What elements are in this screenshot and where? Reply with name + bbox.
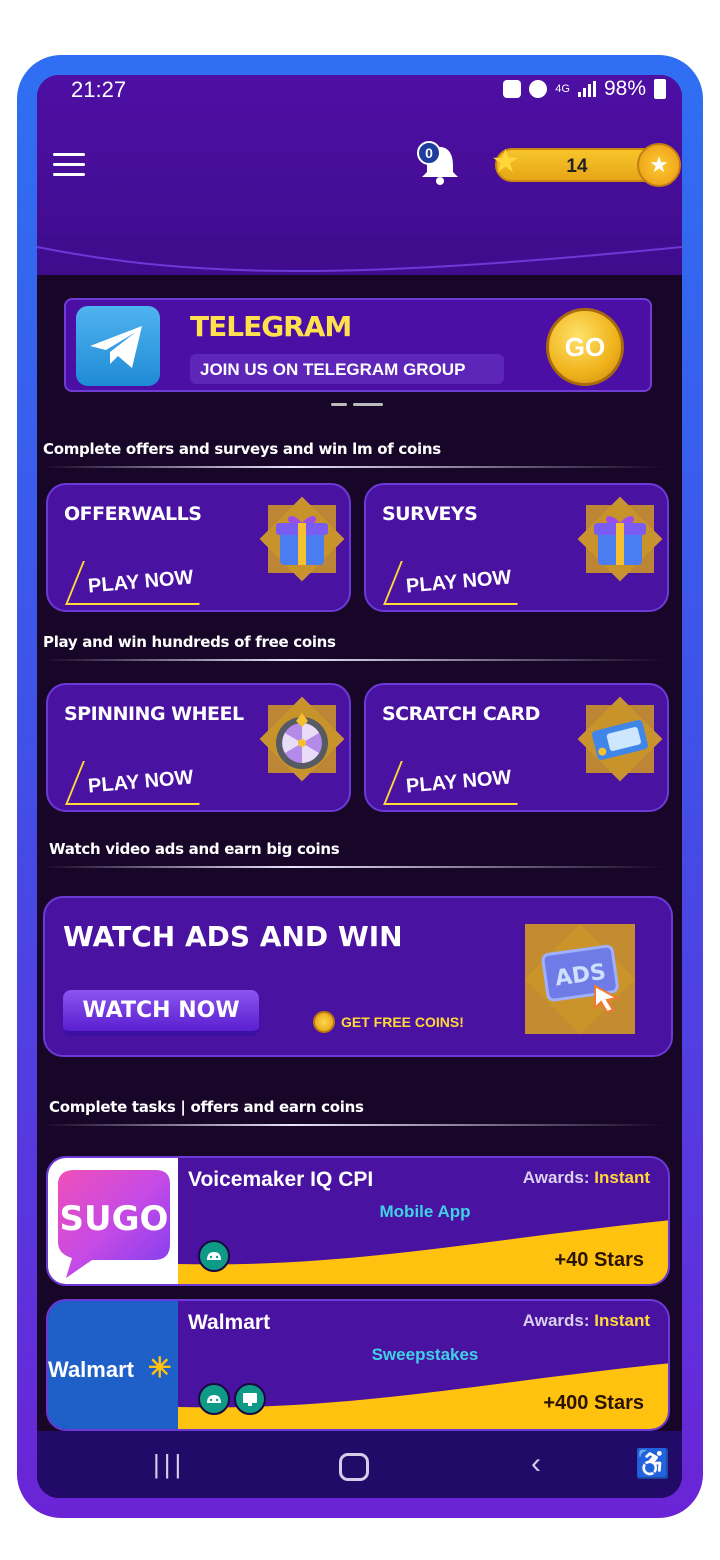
header-wave bbox=[37, 235, 682, 272]
android-icon bbox=[198, 1240, 230, 1272]
play-now-button[interactable]: PLAY NOW bbox=[65, 561, 217, 605]
play-now-button[interactable]: PLAY NOW bbox=[65, 761, 217, 805]
offer-type: Sweepstakes bbox=[371, 1345, 479, 1364]
card-title: OFFERWALLS bbox=[64, 503, 202, 525]
watch-ads-title: WATCH ADS AND WIN bbox=[63, 920, 403, 953]
offer-title: Walmart bbox=[188, 1311, 271, 1334]
carousel-indicator bbox=[331, 403, 383, 406]
surveys-card[interactable]: SURVEYS PLAY NOW bbox=[364, 483, 669, 612]
app-screen: 21:27 4G 98% 0 14 ★ ★ TELEGRAM JOIN US O… bbox=[37, 75, 682, 1498]
system-navigation-bar: ||| ‹ ♿ bbox=[37, 1431, 682, 1498]
offer-title: Voicemaker IQ CPI bbox=[188, 1168, 374, 1191]
star-icon: ★ bbox=[491, 143, 520, 179]
telegram-title: TELEGRAM bbox=[190, 310, 352, 343]
watch-ads-card[interactable]: WATCH ADS AND WIN WATCH NOW GET FREE COI… bbox=[43, 896, 673, 1057]
sugo-logo-text: SUGO bbox=[60, 1199, 169, 1239]
spinning-wheel-card[interactable]: SPINNING WHEEL PLAY NOW bbox=[46, 683, 351, 812]
scratch-card-card[interactable]: SCRATCH CARD PLAY NOW bbox=[364, 683, 669, 812]
section-divider bbox=[43, 466, 665, 468]
notification-bell-button[interactable]: 0 bbox=[415, 139, 465, 189]
sugo-logo: SUGO bbox=[48, 1158, 178, 1284]
spin-wheel-icon bbox=[259, 696, 345, 782]
walmart-logo-text: Walmart bbox=[48, 1357, 134, 1382]
status-icons: 4G 98% bbox=[503, 77, 666, 101]
section-label-games: Play and win hundreds of free coins bbox=[43, 633, 336, 651]
battery-saver-icon bbox=[503, 80, 522, 98]
offer-item[interactable]: SUGO Voicemaker IQ CPI Awards: Instant M… bbox=[46, 1156, 670, 1286]
gift-box-icon bbox=[577, 496, 663, 582]
network-type: 4G bbox=[555, 82, 570, 95]
play-now-button[interactable]: PLAY NOW bbox=[383, 561, 535, 605]
offer-stars: +400 Stars bbox=[543, 1392, 644, 1414]
section-divider bbox=[43, 1124, 665, 1126]
coin-star-icon: ★ bbox=[637, 143, 681, 187]
offer-awards: Awards: Instant bbox=[522, 1168, 650, 1187]
signal-icon bbox=[577, 81, 596, 97]
scratch-card-icon bbox=[577, 696, 663, 782]
coin-balance-value: 14 bbox=[566, 156, 588, 177]
accessibility-icon[interactable]: ♿ bbox=[635, 1449, 670, 1479]
gift-box-icon bbox=[259, 496, 345, 582]
card-title: SCRATCH CARD bbox=[382, 703, 540, 725]
desktop-icon bbox=[234, 1383, 266, 1415]
battery-icon bbox=[654, 79, 666, 99]
card-title: SURVEYS bbox=[382, 503, 478, 525]
alarm-icon bbox=[529, 80, 548, 98]
status-bar: 21:27 4G 98% bbox=[37, 75, 682, 105]
hamburger-menu-icon[interactable] bbox=[53, 153, 85, 177]
battery-percent: 98% bbox=[603, 77, 646, 100]
android-icon bbox=[198, 1383, 230, 1415]
notification-badge: 0 bbox=[417, 141, 441, 165]
section-label-offers: Complete offers and surveys and win lm o… bbox=[43, 440, 441, 458]
back-icon[interactable]: ‹ bbox=[531, 1449, 541, 1479]
offer-item[interactable]: Walmart ✳ Walmart Awards: Instant Sweeps… bbox=[46, 1299, 670, 1431]
ads-cursor-icon: ADS bbox=[505, 906, 655, 1052]
offer-awards: Awards: Instant bbox=[522, 1311, 650, 1330]
card-title: SPINNING WHEEL bbox=[64, 703, 244, 725]
coin-icon bbox=[313, 1011, 335, 1033]
recent-apps-icon[interactable]: ||| bbox=[153, 1449, 185, 1479]
offer-stars: +40 Stars bbox=[554, 1249, 644, 1271]
free-coins-label: GET FREE COINS! bbox=[313, 1011, 464, 1033]
spark-icon: ✳ bbox=[148, 1352, 172, 1383]
telegram-go-button[interactable]: GO bbox=[546, 308, 624, 386]
section-divider bbox=[43, 659, 665, 661]
status-time: 21:27 bbox=[71, 77, 127, 102]
offer-type: Mobile App bbox=[379, 1202, 471, 1221]
play-now-button[interactable]: PLAY NOW bbox=[383, 761, 535, 805]
watch-now-button[interactable]: WATCH NOW bbox=[63, 990, 259, 1036]
offerwalls-card[interactable]: OFFERWALLS PLAY NOW bbox=[46, 483, 351, 612]
section-label-video: Watch video ads and earn big coins bbox=[49, 840, 340, 858]
home-icon[interactable] bbox=[339, 1453, 369, 1481]
walmart-logo: Walmart ✳ bbox=[48, 1301, 178, 1429]
telegram-icon bbox=[76, 306, 160, 386]
section-label-tasks: Complete tasks | offers and earn coins bbox=[49, 1098, 364, 1116]
telegram-subtitle: JOIN US ON TELEGRAM GROUP bbox=[190, 354, 504, 384]
section-divider bbox=[43, 866, 665, 868]
telegram-banner[interactable]: TELEGRAM JOIN US ON TELEGRAM GROUP GO bbox=[64, 298, 652, 392]
